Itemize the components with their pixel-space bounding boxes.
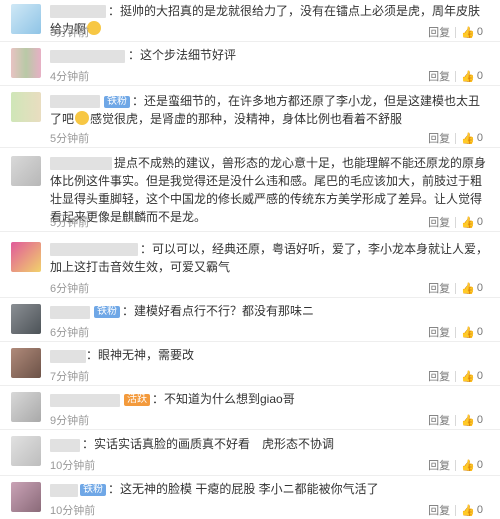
like-button[interactable]: 👍 0 bbox=[456, 26, 488, 39]
timestamp: 5分钟前 bbox=[50, 217, 90, 229]
avatar[interactable] bbox=[11, 436, 41, 466]
reply-button[interactable]: 回复 bbox=[423, 324, 455, 340]
comment-text: ：实话实话真脸的画质真不好看 虎形态不协调 bbox=[82, 437, 335, 451]
like-button[interactable]: 👍 0 bbox=[456, 504, 488, 517]
like-count: 0 bbox=[476, 370, 483, 382]
comment-item: 提点不成熟的建议，兽形态的龙心意十足，也能理解不能还原龙的原身体比例这件事实。但… bbox=[0, 148, 500, 232]
reply-button[interactable]: 回复 bbox=[423, 280, 455, 296]
like-count: 0 bbox=[476, 26, 483, 38]
avatar[interactable] bbox=[11, 48, 41, 78]
comment-actions: 回复 👍 0 bbox=[423, 280, 488, 296]
like-count: 0 bbox=[476, 459, 483, 471]
like-button[interactable]: 👍 0 bbox=[456, 414, 488, 427]
timestamp: 4分钟前 bbox=[50, 71, 90, 83]
like-count: 0 bbox=[476, 70, 483, 82]
timestamp: 6分钟前 bbox=[50, 327, 90, 339]
timestamp: 6分钟前 bbox=[50, 283, 90, 295]
avatar[interactable] bbox=[11, 482, 41, 512]
comment-actions: 回复 👍 0 bbox=[423, 214, 488, 230]
comment-item: 铁粉 ：这无神的脸模 干瘪的屁股 李小ニ都能被你气活了 10分钟前 回复 👍 0 bbox=[0, 476, 500, 519]
thumbs-up-icon: 👍 bbox=[461, 216, 475, 229]
thumbs-up-icon: 👍 bbox=[461, 282, 475, 295]
reply-button[interactable]: 回复 bbox=[423, 368, 455, 384]
thumbs-up-icon: 👍 bbox=[461, 370, 475, 383]
like-count: 0 bbox=[476, 326, 483, 338]
like-button[interactable]: 👍 0 bbox=[456, 132, 488, 145]
comment-actions: 回复 👍 0 bbox=[423, 24, 488, 40]
like-button[interactable]: 👍 0 bbox=[456, 370, 488, 383]
timestamp: 7分钟前 bbox=[50, 371, 90, 383]
active-badge: 活跃 bbox=[124, 394, 150, 406]
comment-item: ：这个步法细节好评 4分钟前 回复 👍 0 bbox=[0, 42, 500, 86]
avatar[interactable] bbox=[11, 348, 41, 378]
comment-item: ：实话实话真脸的画质真不好看 虎形态不协调 10分钟前 回复 👍 0 bbox=[0, 430, 500, 476]
like-button[interactable]: 👍 0 bbox=[456, 70, 488, 83]
comment-item: 活跃 ：不知道为什么想到giao哥 9分钟前 回复 👍 0 bbox=[0, 386, 500, 430]
reply-button[interactable]: 回复 bbox=[423, 457, 455, 473]
like-count: 0 bbox=[476, 414, 483, 426]
avatar[interactable] bbox=[11, 304, 41, 334]
like-button[interactable]: 👍 0 bbox=[456, 326, 488, 339]
like-button[interactable]: 👍 0 bbox=[456, 459, 488, 472]
comment-actions: 回复 👍 0 bbox=[423, 324, 488, 340]
comment-actions: 回复 👍 0 bbox=[423, 368, 488, 384]
thumbs-up-icon: 👍 bbox=[461, 326, 475, 339]
comment-text: 活跃 ：不知道为什么想到giao哥 bbox=[50, 390, 488, 408]
avatar[interactable] bbox=[11, 156, 41, 186]
thumbs-up-icon: 👍 bbox=[461, 504, 475, 517]
comment-actions: 回复 👍 0 bbox=[423, 130, 488, 146]
reply-button[interactable]: 回复 bbox=[423, 412, 455, 428]
like-count: 0 bbox=[476, 504, 483, 516]
like-count: 0 bbox=[476, 132, 483, 144]
comment-item: ：眼神无神，需要改 7分钟前 回复 👍 0 bbox=[0, 342, 500, 386]
timestamp: 9分钟前 bbox=[50, 415, 90, 427]
avatar[interactable] bbox=[11, 392, 41, 422]
thumbs-up-icon: 👍 bbox=[461, 459, 475, 472]
comment-text: ：这个步法细节好评 bbox=[128, 48, 237, 62]
comment-actions: 回复 👍 0 bbox=[423, 412, 488, 428]
fan-badge: 铁粉 bbox=[94, 306, 120, 318]
comment-text: 铁粉 ：建模好看点行不行？都没有那味ニ bbox=[50, 302, 488, 320]
comment-text: ：可以可以，经典还原，粤语好听，爱了，李小龙本身就让人爱，加上这打击音效生效，可… bbox=[50, 242, 489, 274]
timestamp: 5分钟前 bbox=[50, 133, 90, 145]
reply-button[interactable]: 回复 bbox=[423, 68, 455, 84]
timestamp: 10分钟前 bbox=[50, 505, 96, 517]
timestamp: 10分钟前 bbox=[50, 460, 96, 472]
avatar[interactable] bbox=[11, 92, 41, 122]
fan-badge: 铁粉 bbox=[104, 96, 130, 108]
avatar[interactable] bbox=[11, 4, 41, 34]
like-count: 0 bbox=[476, 282, 483, 294]
like-button[interactable]: 👍 0 bbox=[456, 282, 488, 295]
reply-button[interactable]: 回复 bbox=[423, 502, 455, 518]
reply-button[interactable]: 回复 bbox=[423, 130, 455, 146]
avatar[interactable] bbox=[11, 242, 41, 272]
like-count: 0 bbox=[476, 216, 483, 228]
comment-actions: 回复 👍 0 bbox=[423, 457, 488, 473]
reply-button[interactable]: 回复 bbox=[423, 24, 455, 40]
thumbs-up-icon: 👍 bbox=[461, 70, 475, 83]
comment-item: ：可以可以，经典还原，粤语好听，爱了，李小龙本身就让人爱，加上这打击音效生效，可… bbox=[0, 232, 500, 298]
thumbs-up-icon: 👍 bbox=[461, 414, 475, 427]
timestamp: 3分钟前 bbox=[50, 27, 90, 39]
comment-item: 铁粉 ：还是蛮细节的，在许多地方都还原了李小龙，但是这建模也太丑了吧 感觉很虎，是肾… bbox=[0, 86, 500, 148]
comment-text: 铁粉 ：还是蛮细节的，在许多地方都还原了李小龙，但是这建模也太丑了吧 感觉很虎，是肾… bbox=[50, 94, 481, 126]
like-button[interactable]: 👍 0 bbox=[456, 216, 488, 229]
reply-button[interactable]: 回复 bbox=[423, 214, 455, 230]
comment-text: 铁粉 ：这无神的脸模 干瘪的屁股 李小ニ都能被你气活了 bbox=[50, 480, 488, 498]
comment-item: ：挺帅的大招真的是龙就很给力了，没有在镭点上必须是虎，周年皮肤给力啊 3分钟前 … bbox=[0, 0, 500, 42]
comment-actions: 回复 👍 0 bbox=[423, 68, 488, 84]
comment-actions: 回复 👍 0 bbox=[423, 502, 488, 518]
comment-item: 铁粉 ：建模好看点行不行？都没有那味ニ 6分钟前 回复 👍 0 bbox=[0, 298, 500, 342]
comment-text: ：眼神无神，需要改 bbox=[86, 348, 195, 362]
thumbs-up-icon: 👍 bbox=[461, 26, 475, 39]
fan-badge: 铁粉 bbox=[80, 484, 106, 496]
thumbs-up-icon: 👍 bbox=[461, 132, 475, 145]
laugh-emoji-icon bbox=[75, 111, 90, 125]
